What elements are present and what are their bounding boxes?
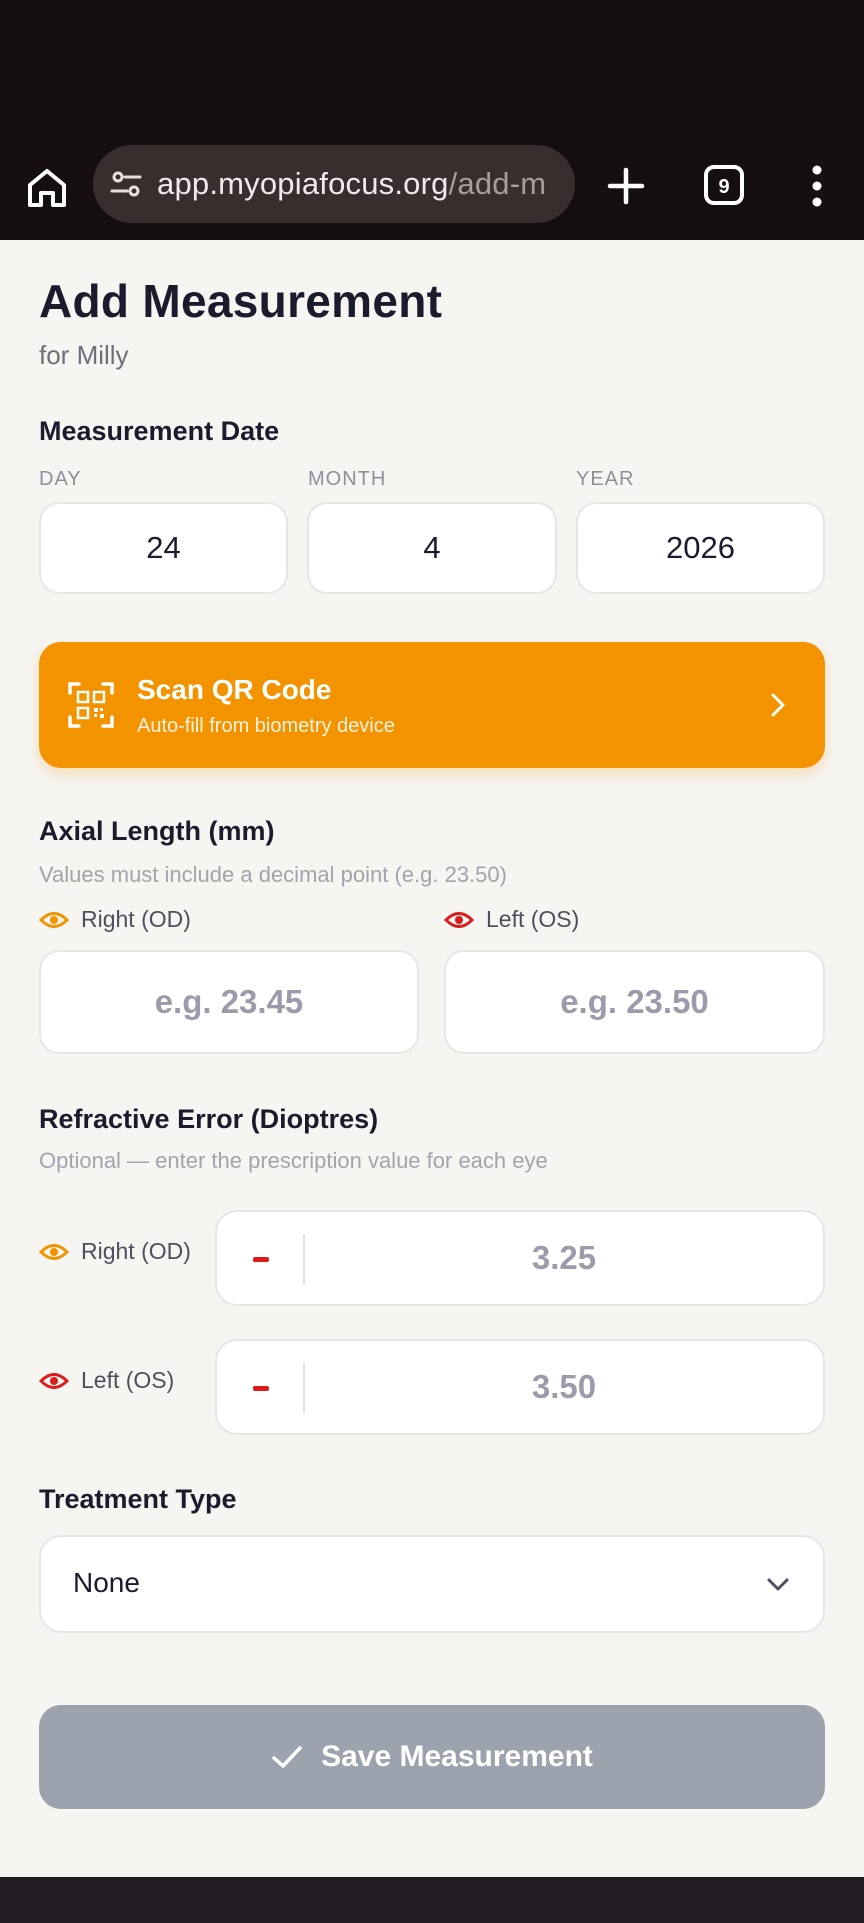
scan-qr-button[interactable]: Scan QR Code Auto-fill from biometry dev… [39, 642, 825, 768]
axial-right-placeholder: e.g. 23.45 [154, 983, 304, 1020]
qr-code-icon [68, 682, 114, 728]
refraction-left-label: Left (OS) [39, 1367, 174, 1394]
day-input[interactable]: 24 [39, 502, 288, 594]
overflow-menu-icon[interactable] [804, 162, 830, 210]
axial-left-label-text: Left (OS) [486, 906, 580, 932]
system-navigation-bar [0, 1877, 864, 1923]
treatment-type-heading: Treatment Type [39, 1484, 237, 1514]
page-content: Add Measurement for Milly Measurement Da… [0, 240, 864, 1877]
minus-sign-toggle[interactable] [253, 1257, 269, 1262]
refraction-right-input[interactable]: 3.25 [215, 1210, 825, 1306]
eye-icon [39, 1243, 69, 1260]
browser-chrome: app.myopiafocus.org/add-m 9 [0, 0, 864, 240]
year-label: YEAR [576, 468, 635, 490]
scan-qr-title: Scan QR Code [137, 674, 332, 705]
axial-right-input[interactable]: e.g. 23.45 [39, 950, 419, 1054]
site-settings-icon[interactable] [109, 167, 143, 201]
new-tab-icon[interactable] [602, 162, 650, 210]
chevron-down-icon [767, 1578, 789, 1591]
refraction-right-placeholder: 3.25 [531, 1239, 597, 1276]
month-input[interactable]: 4 [307, 502, 557, 594]
refractive-error-hint: Optional — enter the prescription value … [39, 1148, 548, 1173]
eye-icon [39, 911, 69, 928]
refraction-left-label-text: Left (OS) [81, 1367, 175, 1393]
minus-sign-toggle[interactable] [253, 1386, 269, 1391]
chevron-right-icon [771, 693, 785, 717]
axial-length-hint: Values must include a decimal point (e.g… [39, 862, 507, 887]
refraction-right-label: Right (OD) [39, 1238, 191, 1265]
url-path: /add-m [448, 166, 547, 201]
browser-toolbar: app.myopiafocus.org/add-m 9 [0, 140, 864, 240]
save-measurement-button[interactable]: Save Measurement [39, 1705, 825, 1809]
save-measurement-label: Save Measurement [321, 1740, 593, 1773]
refraction-left-placeholder: 3.50 [531, 1368, 597, 1405]
treatment-type-value: None [73, 1567, 140, 1598]
page-title: Add Measurement [39, 275, 443, 327]
axial-length-heading: Axial Length (mm) [39, 816, 275, 846]
address-bar[interactable]: app.myopiafocus.org/add-m [93, 145, 575, 223]
refractive-error-heading: Refractive Error (Dioptres) [39, 1104, 379, 1134]
scan-qr-subtitle: Auto-fill from biometry device [137, 715, 395, 737]
axial-right-label-text: Right (OD) [81, 906, 191, 932]
year-input[interactable]: 2026 [576, 502, 825, 594]
axial-right-label: Right (OD) [39, 906, 191, 933]
treatment-type-select[interactable]: None [39, 1535, 825, 1633]
tab-switcher-icon[interactable]: 9 [703, 164, 745, 206]
eye-icon [39, 1372, 69, 1389]
day-label: DAY [39, 468, 82, 490]
page-subtitle: for Milly [39, 340, 129, 370]
refraction-right-label-text: Right (OD) [81, 1238, 191, 1264]
axial-left-placeholder: e.g. 23.50 [560, 983, 709, 1020]
month-label: MONTH [308, 468, 387, 490]
axial-left-label: Left (OS) [444, 906, 579, 933]
checkmark-icon [272, 1746, 302, 1768]
url-text: app.myopiafocus.org/add-m [157, 166, 546, 202]
refraction-left-input[interactable]: 3.50 [215, 1339, 825, 1435]
url-host: app.myopiafocus.org [157, 166, 449, 201]
tab-count: 9 [718, 176, 729, 198]
home-icon[interactable] [24, 165, 70, 211]
eye-icon [444, 911, 474, 928]
measurement-date-heading: Measurement Date [39, 416, 280, 446]
axial-left-input[interactable]: e.g. 23.50 [444, 950, 825, 1054]
